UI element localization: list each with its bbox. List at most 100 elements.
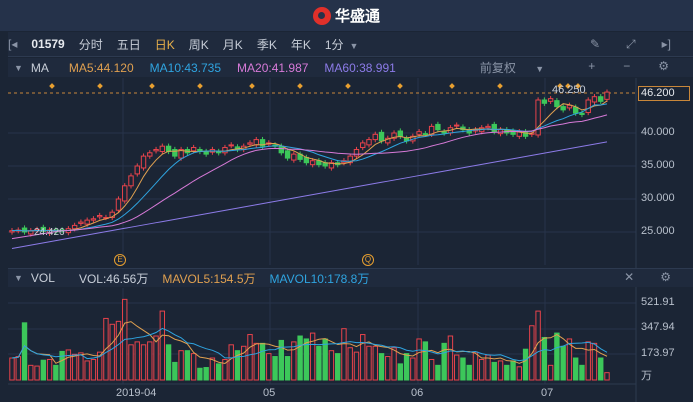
- dividend-marker-icon: [97, 83, 103, 89]
- volume-bar-up: [547, 364, 554, 381]
- candle-up: [291, 153, 297, 161]
- volume-bar-up: [190, 353, 197, 381]
- candle-up: [604, 91, 610, 100]
- vol-value: VOL:46.56万: [78, 271, 149, 286]
- volume-bar-up: [472, 351, 479, 381]
- candle-down: [541, 99, 548, 104]
- candle-down: [598, 96, 604, 102]
- volume-bar-down: [165, 344, 172, 381]
- volume-bar-up: [485, 354, 491, 381]
- volume-bar-up: [71, 353, 78, 381]
- last-price-tag: 46.200: [638, 86, 690, 101]
- volume-bar-up: [341, 328, 347, 381]
- volume-bar-up: [479, 358, 485, 381]
- volume-bar-down: [21, 322, 28, 381]
- volume-bar-up: [134, 341, 140, 381]
- volume-bar-down: [53, 364, 59, 381]
- volume-bar-up: [46, 358, 53, 381]
- volume-bar-up: [353, 351, 360, 381]
- volume-bar-up: [159, 310, 166, 381]
- volume-bar-up: [266, 353, 272, 381]
- kline-chart[interactable]: [0, 0, 693, 402]
- high-price-label: 46.250: [552, 84, 586, 96]
- candle-down: [284, 150, 291, 159]
- dividend-marker-icon: [149, 83, 155, 89]
- volume-bar-up: [591, 342, 598, 381]
- candle-up: [485, 125, 491, 129]
- volume-bar-down: [510, 360, 516, 381]
- volume-bar-up: [309, 332, 316, 381]
- volume-bar-up: [372, 345, 378, 381]
- volume-bar-down: [441, 342, 447, 381]
- volume-bar-down: [435, 364, 441, 381]
- chevron-down-icon[interactable]: ▼: [14, 273, 23, 283]
- candle-up: [96, 215, 103, 218]
- event-marker-q[interactable]: Q: [362, 254, 374, 266]
- candle-down: [435, 123, 441, 131]
- event-marker-e[interactable]: E: [114, 254, 126, 266]
- dividend-marker-icon: [449, 83, 455, 89]
- mavol10-value: MAVOL10:178.8万: [269, 271, 370, 286]
- volume-bar-up: [416, 338, 422, 381]
- volume-bar-up: [34, 365, 40, 381]
- volume-bar-down: [491, 361, 497, 381]
- volume-bar-down: [403, 353, 410, 381]
- candle-down: [165, 145, 172, 152]
- dividend-marker-icon: [497, 83, 503, 89]
- volume-bar-down: [297, 335, 303, 381]
- candle-down: [491, 123, 497, 133]
- volume-bar-up: [78, 352, 84, 381]
- volume-bar-down: [560, 345, 566, 381]
- volume-bar-down: [203, 367, 209, 381]
- dividend-marker-icon: [197, 83, 203, 89]
- mavol5-value: MAVOL5:154.5万: [162, 271, 256, 286]
- volume-bar-up: [360, 334, 366, 381]
- close-icon[interactable]: ✕: [624, 270, 634, 284]
- candle-down: [378, 131, 385, 142]
- candle-up: [147, 152, 153, 157]
- candle-down: [579, 112, 585, 116]
- y-tick: 25.000: [641, 225, 675, 237]
- volume-bar-up: [178, 350, 184, 381]
- candle-down: [203, 150, 209, 155]
- gear-icon[interactable]: ⚙: [660, 270, 671, 284]
- mavol10-line: [11, 327, 608, 362]
- candle-up: [159, 145, 166, 152]
- volume-bar-up: [90, 358, 97, 381]
- low-price-label: 24.426: [34, 227, 65, 238]
- volume-bar-down: [378, 353, 385, 381]
- volume-bar-down: [460, 357, 466, 381]
- volume-bar-up: [247, 334, 253, 381]
- volume-bar-down: [522, 348, 529, 381]
- ma10-line: [11, 103, 608, 232]
- volume-bar-up: [228, 344, 234, 381]
- y-tick: 35.000: [641, 159, 675, 171]
- volume-bar-down: [579, 364, 585, 381]
- vol-tick: 173.97: [641, 347, 675, 359]
- volume-bar-up: [291, 341, 297, 381]
- candle-up: [190, 147, 197, 152]
- candle-down: [397, 130, 404, 137]
- candle-down: [21, 227, 28, 233]
- volume-bar-down: [278, 339, 285, 381]
- volume-bar-down: [184, 350, 191, 381]
- volume-bar-down: [316, 345, 322, 381]
- volume-bar-up: [428, 358, 435, 381]
- volume-bar-down: [598, 357, 604, 381]
- volume-bar-up: [84, 360, 90, 381]
- volume-bar-up: [253, 342, 259, 381]
- dividend-marker-icon: [397, 83, 403, 89]
- candle-down: [554, 100, 560, 108]
- candle-up: [115, 198, 122, 211]
- candle-up: [78, 221, 84, 224]
- volume-bar-up: [9, 357, 15, 381]
- volume-bar-up: [453, 354, 460, 381]
- candle-up: [360, 142, 366, 149]
- candle-up: [585, 99, 591, 114]
- candle-up: [71, 224, 78, 230]
- volume-bar-down: [172, 361, 178, 381]
- x-tick: 07: [541, 387, 554, 399]
- candle-up: [591, 96, 598, 103]
- volume-bar-up: [604, 372, 610, 381]
- candle-up: [84, 219, 90, 225]
